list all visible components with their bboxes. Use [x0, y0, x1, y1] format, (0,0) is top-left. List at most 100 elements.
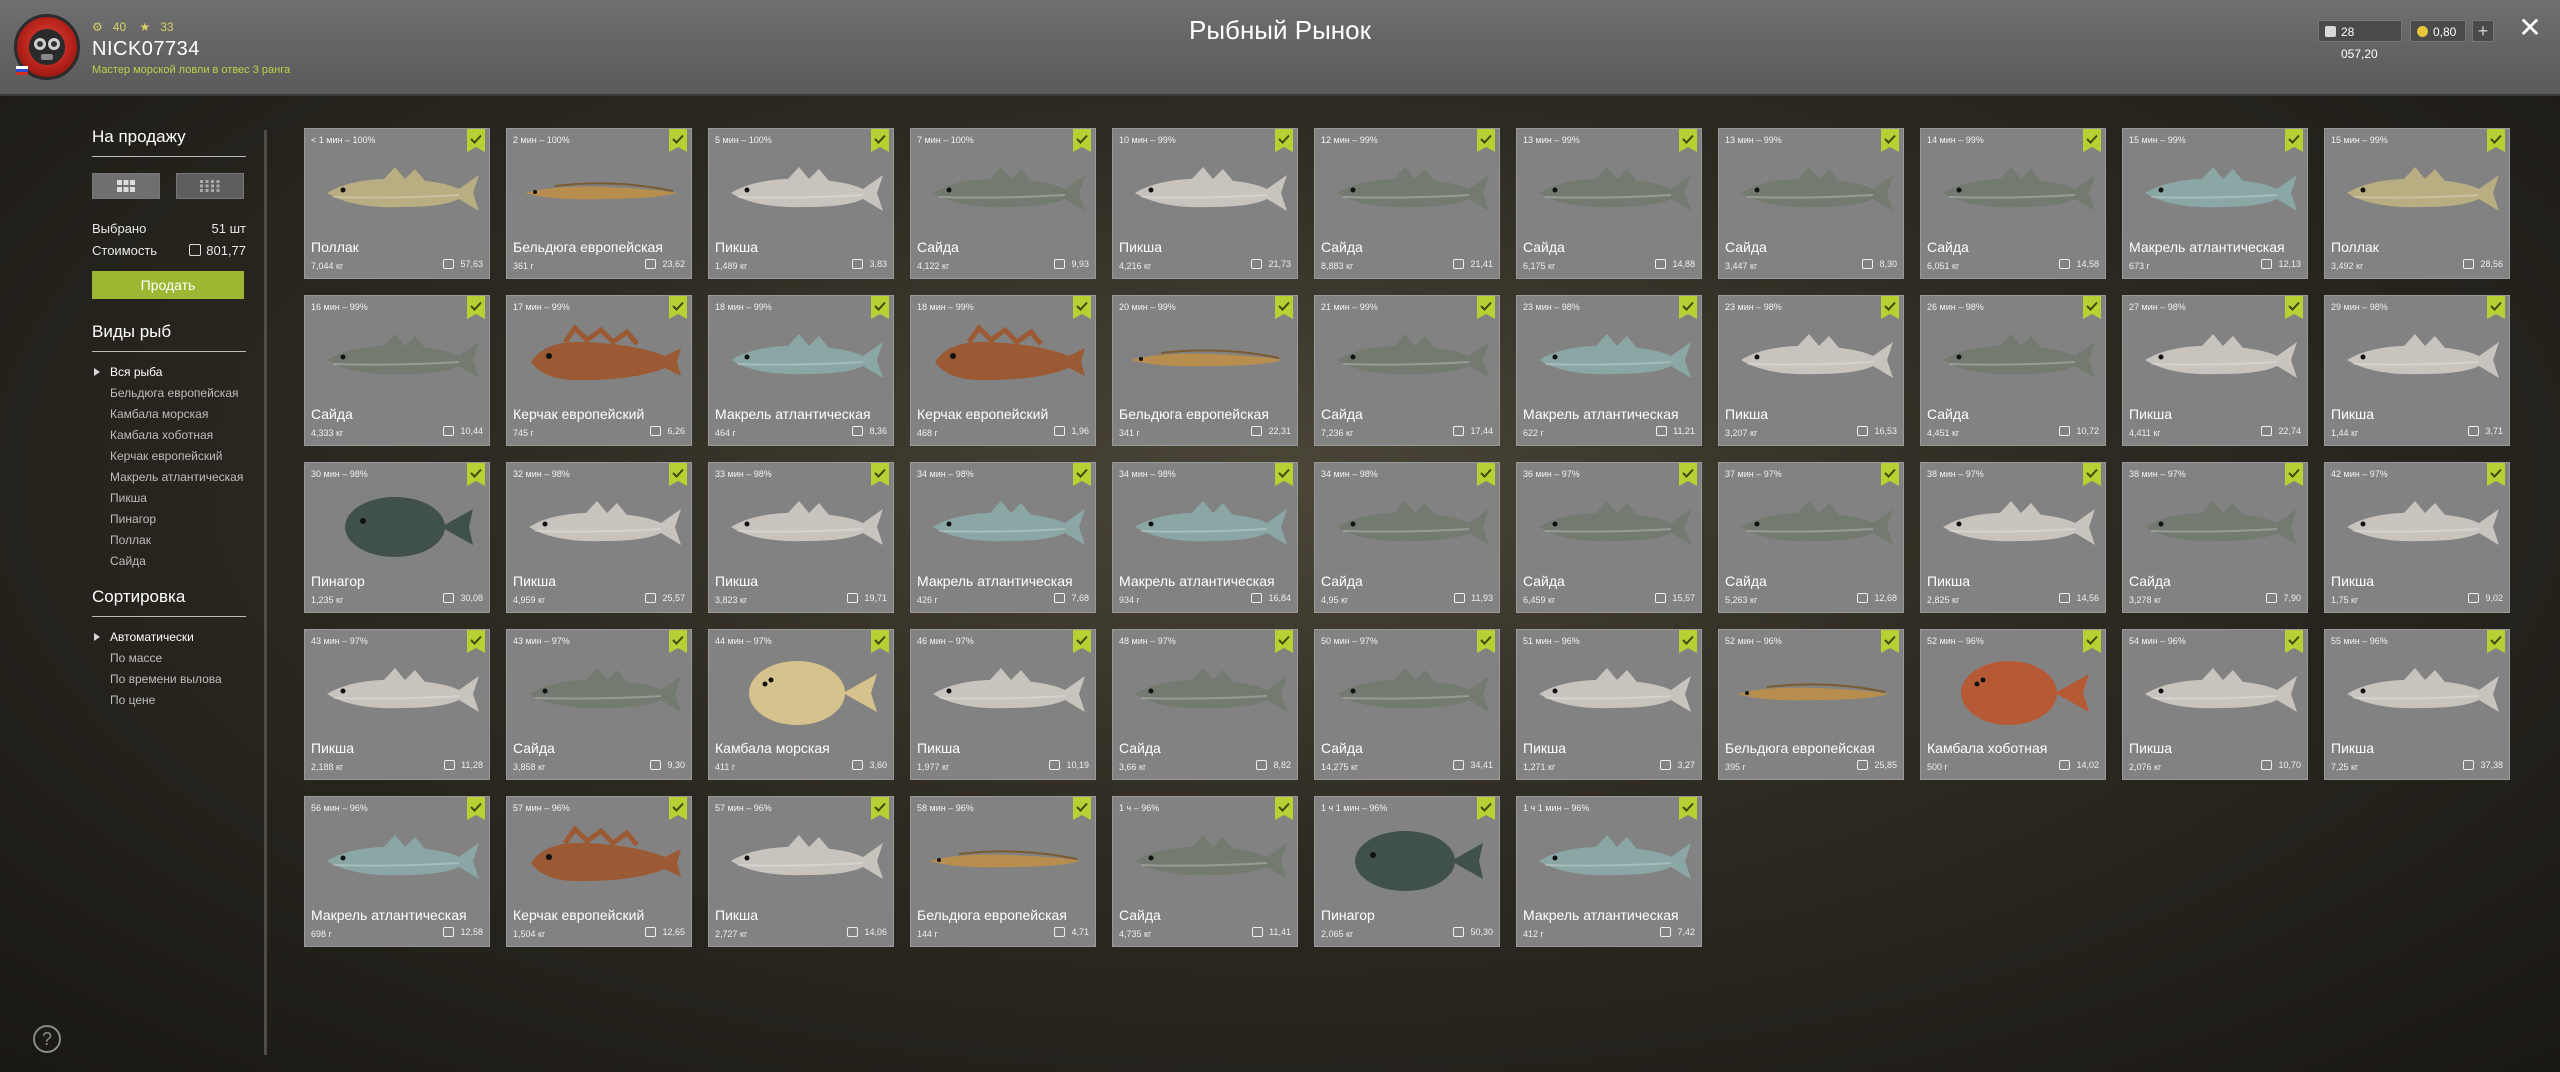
selected-checkmark-icon[interactable] [467, 129, 485, 152]
selected-checkmark-icon[interactable] [467, 463, 485, 486]
selected-checkmark-icon[interactable] [1073, 129, 1091, 152]
fish-card[interactable]: 48 мин – 97% Сайда 3,66 кг 8,82 [1112, 629, 1298, 780]
selected-checkmark-icon[interactable] [2285, 463, 2303, 486]
fish-card[interactable]: 16 мин – 99% Сайда 4,333 кг 10,44 [304, 295, 490, 446]
selected-checkmark-icon[interactable] [2487, 129, 2505, 152]
fish-card[interactable]: 18 мин – 99% Макрель атлантическая 464 г 8,… [708, 295, 894, 446]
fish-card[interactable]: 57 мин – 96% Пикша 2,727 кг 14,06 [708, 796, 894, 947]
species-filter-kambala-morskaya[interactable]: Камбала морская [92, 408, 246, 421]
selected-checkmark-icon[interactable] [871, 296, 889, 319]
fish-card[interactable]: 54 мин – 96% Пикша 2,076 кг 10,70 [2122, 629, 2308, 780]
small-grid-view-button[interactable] [176, 173, 244, 199]
selected-checkmark-icon[interactable] [1881, 129, 1899, 152]
fish-card[interactable]: 34 мин – 98% Сайда 4,95 кг 11,93 [1314, 462, 1500, 613]
species-filter-piksha[interactable]: Пикша [92, 492, 246, 505]
selected-checkmark-icon[interactable] [2285, 630, 2303, 653]
selected-checkmark-icon[interactable] [1275, 797, 1293, 820]
fish-card[interactable]: 15 мин – 99% Макрель атлантическая 673 г 12… [2122, 128, 2308, 279]
fish-card[interactable]: 18 мин – 99% Керчак европейский 468 г 1,96 [910, 295, 1096, 446]
selected-checkmark-icon[interactable] [1679, 463, 1697, 486]
fish-card[interactable]: 43 мин – 97% Сайда 3,858 кг 9,30 [506, 629, 692, 780]
selected-checkmark-icon[interactable] [871, 630, 889, 653]
fish-card[interactable]: 33 мин – 98% Пикша 3,823 кг 19,71 [708, 462, 894, 613]
selected-checkmark-icon[interactable] [1477, 797, 1495, 820]
fish-card[interactable]: 52 мин – 96% Бельдюга европейская 395 г 25,… [1718, 629, 1904, 780]
close-icon[interactable]: ✕ [2516, 14, 2544, 42]
fish-card[interactable]: 7 мин – 100% Сайда 4,122 кг 9,93 [910, 128, 1096, 279]
fish-card[interactable]: 43 мин – 97% Пикша 2,188 кг 11,28 [304, 629, 490, 780]
selected-checkmark-icon[interactable] [2487, 630, 2505, 653]
selected-checkmark-icon[interactable] [2083, 630, 2101, 653]
sort-by-catch-time[interactable]: По времени вылова [92, 673, 246, 686]
fish-card[interactable]: 17 мин – 99% Керчак европейский 745 г 6,26 [506, 295, 692, 446]
selected-checkmark-icon[interactable] [1275, 296, 1293, 319]
fish-card[interactable]: 15 мин – 99% Поллак 3,492 кг 28,56 [2324, 128, 2510, 279]
species-filter-kambala-hobotnaya[interactable]: Камбала хоботная [92, 429, 246, 442]
selected-checkmark-icon[interactable] [1275, 129, 1293, 152]
fish-card[interactable]: 27 мин – 98% Пикша 4,411 кг 22,74 [2122, 295, 2308, 446]
selected-checkmark-icon[interactable] [1477, 463, 1495, 486]
fish-card[interactable]: 30 мин – 98% Пинагор 1,235 кг 30,08 [304, 462, 490, 613]
selected-checkmark-icon[interactable] [871, 129, 889, 152]
fish-card[interactable]: 23 мин – 98% Макрель атлантическая 622 г 11… [1516, 295, 1702, 446]
fish-card[interactable]: 50 мин – 97% Сайда 14,275 кг 34,41 [1314, 629, 1500, 780]
selected-checkmark-icon[interactable] [2083, 129, 2101, 152]
selected-checkmark-icon[interactable] [2285, 129, 2303, 152]
selected-checkmark-icon[interactable] [669, 797, 687, 820]
fish-card[interactable]: 20 мин – 99% Бельдюга европейская 341 г 22,… [1112, 295, 1298, 446]
selected-checkmark-icon[interactable] [1679, 630, 1697, 653]
fish-card[interactable]: 34 мин – 98% Макрель атлантическая 426 г 7,… [910, 462, 1096, 613]
selected-checkmark-icon[interactable] [2487, 296, 2505, 319]
large-grid-view-button[interactable] [92, 173, 160, 199]
species-filter-makrel[interactable]: Макрель атлантическая [92, 471, 246, 484]
selected-checkmark-icon[interactable] [1679, 296, 1697, 319]
selected-checkmark-icon[interactable] [1679, 129, 1697, 152]
selected-checkmark-icon[interactable] [1881, 630, 1899, 653]
fish-card[interactable]: 58 мин – 96% Бельдюга европейская 144 г 4,7… [910, 796, 1096, 947]
selected-checkmark-icon[interactable] [2083, 463, 2101, 486]
species-filter-beldyuga[interactable]: Бельдюга европейская [92, 387, 246, 400]
help-icon[interactable]: ? [33, 1025, 61, 1053]
fish-card[interactable]: 29 мин – 98% Пикша 1,44 кг 3,71 [2324, 295, 2510, 446]
species-filter-pinagor[interactable]: Пинагор [92, 513, 246, 526]
sort-by-mass[interactable]: По массе [92, 652, 246, 665]
fish-card[interactable]: 13 мин – 99% Сайда 6,175 кг 14,88 [1516, 128, 1702, 279]
fish-card[interactable]: 23 мин – 98% Пикша 3,207 кг 16,53 [1718, 295, 1904, 446]
sort-auto[interactable]: Автоматически [92, 631, 246, 644]
fish-card[interactable]: 56 мин – 96% Макрель атлантическая 698 г 12… [304, 796, 490, 947]
fish-card[interactable]: 51 мин – 96% Пикша 1,271 кг 3,27 [1516, 629, 1702, 780]
fish-card[interactable]: 1 ч 1 мин – 96% Макрель атлантическая 412 … [1516, 796, 1702, 947]
fish-card[interactable]: < 1 мин – 100% Поллак 7,044 кг 57,63 [304, 128, 490, 279]
fish-card[interactable]: 13 мин – 99% Сайда 3,447 кг 8,30 [1718, 128, 1904, 279]
species-filter-pollak[interactable]: Поллак [92, 534, 246, 547]
fish-card[interactable]: 10 мин – 99% Пикша 4,216 кг 21,73 [1112, 128, 1298, 279]
fish-card[interactable]: 32 мин – 98% Пикша 4,959 кг 25,57 [506, 462, 692, 613]
fish-card[interactable]: 44 мин – 97% Камбала морская 411 г 3,60 [708, 629, 894, 780]
selected-checkmark-icon[interactable] [1477, 296, 1495, 319]
fish-card[interactable]: 38 мин – 97% Пикша 2,825 кг 14,56 [1920, 462, 2106, 613]
selected-checkmark-icon[interactable] [1679, 797, 1697, 820]
fish-card[interactable]: 46 мин – 97% Пикша 1,977 кг 10,19 [910, 629, 1096, 780]
fish-card[interactable]: 52 мин – 96% Камбала хоботная 500 г 14,02 [1920, 629, 2106, 780]
selected-checkmark-icon[interactable] [1073, 630, 1091, 653]
fish-card[interactable]: 2 мин – 100% Бельдюга европейская 361 г 23,… [506, 128, 692, 279]
fish-card[interactable]: 42 мин – 97% Пикша 1,75 кг 9,02 [2324, 462, 2510, 613]
selected-checkmark-icon[interactable] [669, 630, 687, 653]
selected-checkmark-icon[interactable] [669, 463, 687, 486]
selected-checkmark-icon[interactable] [2487, 463, 2505, 486]
selected-checkmark-icon[interactable] [1477, 129, 1495, 152]
selected-checkmark-icon[interactable] [669, 129, 687, 152]
fish-card[interactable]: 34 мин – 98% Макрель атлантическая 934 г 16… [1112, 462, 1298, 613]
fish-card[interactable]: 14 мин – 99% Сайда 6,051 кг 14,58 [1920, 128, 2106, 279]
selected-checkmark-icon[interactable] [467, 630, 485, 653]
fish-card[interactable]: 57 мин – 96% Керчак европейский 1,504 кг 12… [506, 796, 692, 947]
selected-checkmark-icon[interactable] [871, 797, 889, 820]
selected-checkmark-icon[interactable] [871, 463, 889, 486]
selected-checkmark-icon[interactable] [1275, 630, 1293, 653]
fish-card[interactable]: 21 мин – 99% Сайда 7,236 кг 17,44 [1314, 295, 1500, 446]
fish-card[interactable]: 1 ч – 96% Сайда 4,735 кг 11,41 [1112, 796, 1298, 947]
sell-button[interactable]: Продать [92, 271, 244, 299]
fish-card[interactable]: 5 мин – 100% Пикша 1,489 кг 3,83 [708, 128, 894, 279]
selected-checkmark-icon[interactable] [1275, 463, 1293, 486]
species-filter-saida[interactable]: Сайда [92, 555, 246, 568]
